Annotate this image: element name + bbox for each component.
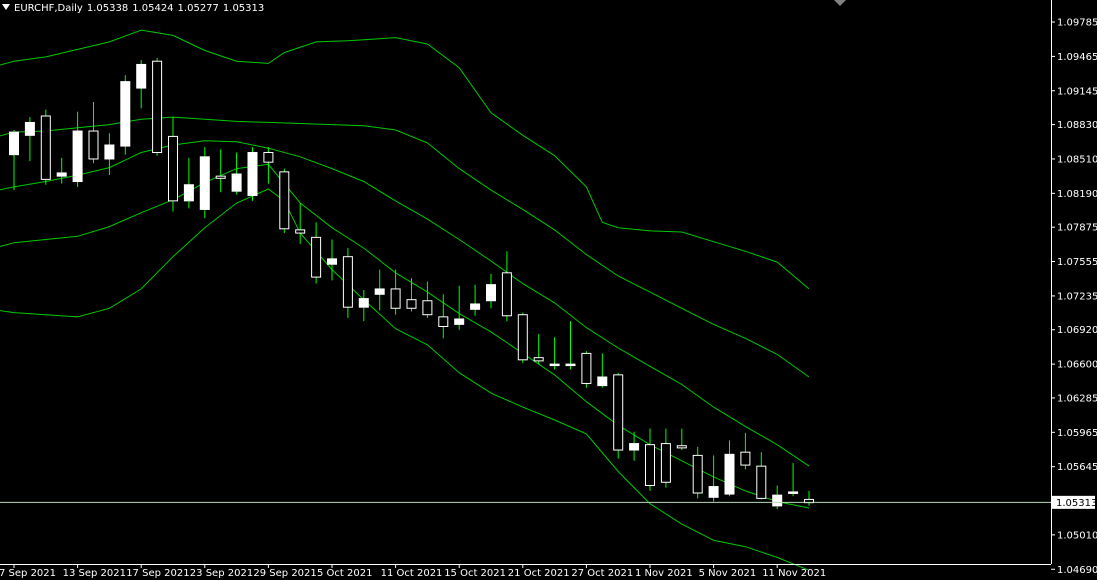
x-tick-label: 21 Oct 2021 <box>508 568 570 579</box>
candle-body <box>740 451 751 466</box>
y-tick-label: 1.08190 <box>1057 189 1097 200</box>
y-tick-label: 1.09465 <box>1057 52 1097 63</box>
y-tick-label: 1.07235 <box>1057 291 1097 302</box>
candle-body <box>88 130 99 160</box>
y-tick-label: 1.08510 <box>1057 154 1097 165</box>
candle-body <box>231 173 242 192</box>
candle-body <box>311 236 322 278</box>
y-tick-label: 1.05965 <box>1057 428 1097 439</box>
band-line-2 <box>0 140 810 467</box>
candle-body <box>486 284 496 302</box>
y-tick-label: 1.06600 <box>1057 360 1097 371</box>
y-tick-label: 1.09145 <box>1057 86 1097 97</box>
x-tick-label: 1 Nov 2021 <box>635 568 693 579</box>
candle-body <box>168 135 178 202</box>
x-tick-label: 29 Sep 2021 <box>253 568 316 579</box>
price-chart[interactable]: 1.09785 1.09465 1.09145 1.08830 1.08510 1.081… <box>0 0 1097 580</box>
y-tick-label: 1.04690 <box>1057 565 1097 576</box>
candle-body <box>199 156 210 210</box>
x-tick-label: 11 Oct 2021 <box>381 568 443 579</box>
candle-body <box>152 60 163 154</box>
x-tick-label: 17 Sep 2021 <box>126 568 189 579</box>
candle-body <box>645 444 655 486</box>
candle-body <box>613 374 624 451</box>
candle-body <box>390 288 401 309</box>
candle-body <box>708 486 719 498</box>
candle-body <box>24 121 35 136</box>
x-tick-label: 15 Oct 2021 <box>444 568 506 579</box>
candle-body <box>56 172 67 177</box>
x-tick-label: 23 Sep 2021 <box>190 568 253 579</box>
band-line-3 <box>0 163 810 509</box>
candle-body <box>724 453 735 495</box>
candle-body <box>501 272 512 317</box>
band-line-1 <box>0 116 810 378</box>
y-tick-label: 1.07555 <box>1057 257 1097 268</box>
y-tick-label: 1.06920 <box>1057 325 1097 336</box>
candle-body <box>406 299 417 309</box>
axes: 1.09785 1.09465 1.09145 1.08830 1.08510 1.081… <box>0 0 1097 579</box>
y-tick-label: 1.07875 <box>1057 223 1097 234</box>
candle-body <box>470 303 481 310</box>
candle-body <box>660 443 671 483</box>
candle-body <box>295 229 306 234</box>
y-tick-label: 1.08830 <box>1057 120 1097 131</box>
candle-body <box>422 300 433 316</box>
x-tick-label: 13 Sep 2021 <box>63 568 126 579</box>
candle-body <box>136 63 147 89</box>
candle-body <box>247 152 258 196</box>
candle-body <box>72 130 83 183</box>
x-tick-label: 11 Nov 2021 <box>762 568 826 579</box>
candle-body <box>676 445 687 449</box>
y-tick-label: 1.05010 <box>1057 530 1097 541</box>
band-line-4 <box>0 188 810 571</box>
candle-body <box>533 357 544 362</box>
candle-body <box>104 144 115 160</box>
candle-body <box>549 363 560 367</box>
y-tick-label: 1.06285 <box>1057 393 1097 404</box>
candle-body <box>565 363 576 367</box>
candle-body <box>374 288 385 295</box>
x-tick-label: 7 Sep 2021 <box>0 568 56 579</box>
candle-body <box>358 298 369 308</box>
candle-body <box>327 258 337 265</box>
x-tick-label: 27 Oct 2021 <box>571 568 633 579</box>
candle-body <box>692 454 703 494</box>
candle-body <box>215 175 226 179</box>
x-tick-label: 5 Nov 2021 <box>699 568 757 579</box>
candle-body <box>756 465 767 499</box>
candle-body <box>263 152 274 163</box>
candle-body <box>597 376 608 387</box>
candle-body <box>120 81 131 147</box>
candle-body <box>788 491 799 494</box>
y-tick-label: 1.05645 <box>1057 462 1097 473</box>
candle-body <box>40 115 51 180</box>
x-tick-label: 5 Oct 2021 <box>317 568 372 579</box>
candle-body <box>772 494 783 507</box>
candles-layer <box>9 58 814 510</box>
candle-body <box>454 318 465 325</box>
candle-body <box>438 316 449 328</box>
band-line-0 <box>0 29 810 290</box>
candle-body <box>629 443 640 451</box>
candle-body <box>581 352 592 384</box>
candle-body <box>342 256 353 308</box>
candle-body <box>279 171 290 230</box>
candle-body <box>9 131 19 156</box>
current-price-label: 1.05313 <box>1056 498 1097 509</box>
chart-shift-icon <box>834 0 846 6</box>
candle-body <box>183 184 194 202</box>
candle-body <box>517 314 528 361</box>
y-tick-label: 1.09785 <box>1057 18 1097 29</box>
